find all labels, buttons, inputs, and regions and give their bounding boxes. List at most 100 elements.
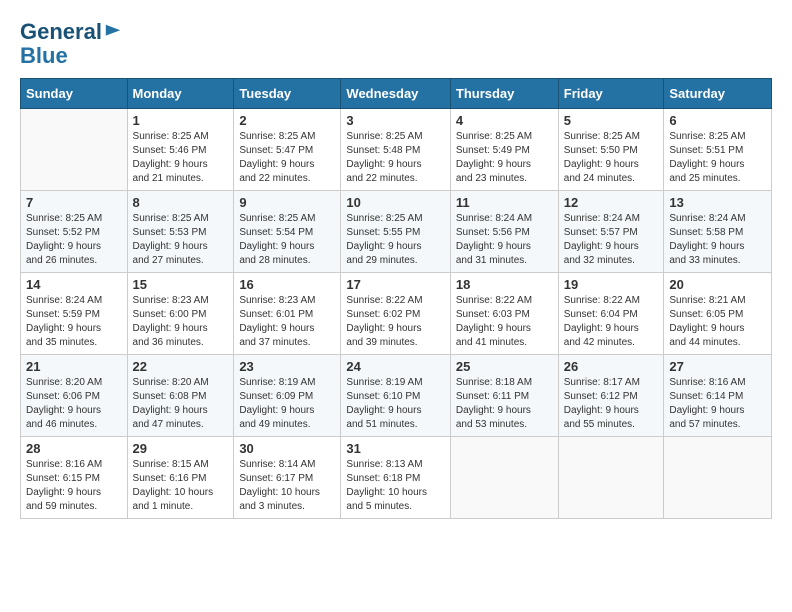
day-info: Sunrise: 8:15 AM Sunset: 6:16 PM Dayligh…: [133, 458, 229, 514]
calendar-cell: 16 Sunrise: 8:23 AM Sunset: 6:01 PM Dayli…: [234, 273, 341, 355]
logo-text-line1: General: [20, 20, 102, 44]
day-info: Sunrise: 8:24 AM Sunset: 5:57 PM Dayligh…: [564, 212, 659, 268]
day-info: Sunrise: 8:21 AM Sunset: 6:05 PM Dayligh…: [669, 294, 766, 350]
day-number: 11: [456, 195, 553, 210]
day-info: Sunrise: 8:22 AM Sunset: 6:04 PM Dayligh…: [564, 294, 659, 350]
day-number: 21: [26, 359, 122, 374]
day-number: 4: [456, 113, 553, 128]
calendar-cell: 22 Sunrise: 8:20 AM Sunset: 6:08 PM Dayli…: [127, 355, 234, 437]
day-info: Sunrise: 8:24 AM Sunset: 5:58 PM Dayligh…: [669, 212, 766, 268]
weekday-header-monday: Monday: [127, 79, 234, 109]
day-info: Sunrise: 8:25 AM Sunset: 5:53 PM Dayligh…: [133, 212, 229, 268]
day-number: 29: [133, 441, 229, 456]
day-number: 13: [669, 195, 766, 210]
day-number: 22: [133, 359, 229, 374]
day-info: Sunrise: 8:25 AM Sunset: 5:55 PM Dayligh…: [346, 212, 444, 268]
day-number: 20: [669, 277, 766, 292]
day-number: 23: [239, 359, 335, 374]
day-info: Sunrise: 8:20 AM Sunset: 6:06 PM Dayligh…: [26, 376, 122, 432]
calendar-cell: 27 Sunrise: 8:16 AM Sunset: 6:14 PM Dayli…: [664, 355, 772, 437]
calendar-cell: 26 Sunrise: 8:17 AM Sunset: 6:12 PM Dayli…: [558, 355, 664, 437]
calendar-cell: 2 Sunrise: 8:25 AM Sunset: 5:47 PM Daylig…: [234, 109, 341, 191]
logo-flag-icon: [104, 23, 122, 41]
calendar-week-row: 14Sunrise: 8:24 AM Sunset: 5:59 PM Dayli…: [21, 273, 772, 355]
calendar-cell: 12Sunrise: 8:24 AM Sunset: 5:57 PM Dayli…: [558, 191, 664, 273]
weekday-header-row: SundayMondayTuesdayWednesdayThursdayFrid…: [21, 79, 772, 109]
logo-text-line2: Blue: [20, 44, 122, 68]
day-info: Sunrise: 8:19 AM Sunset: 6:09 PM Dayligh…: [239, 376, 335, 432]
weekday-header-wednesday: Wednesday: [341, 79, 450, 109]
day-info: Sunrise: 8:25 AM Sunset: 5:49 PM Dayligh…: [456, 130, 553, 186]
day-info: Sunrise: 8:22 AM Sunset: 6:02 PM Dayligh…: [346, 294, 444, 350]
calendar-cell: 17 Sunrise: 8:22 AM Sunset: 6:02 PM Dayli…: [341, 273, 450, 355]
day-number: 26: [564, 359, 659, 374]
calendar-cell: 7Sunrise: 8:25 AM Sunset: 5:52 PM Daylig…: [21, 191, 128, 273]
calendar-table: SundayMondayTuesdayWednesdayThursdayFrid…: [20, 78, 772, 519]
day-info: Sunrise: 8:22 AM Sunset: 6:03 PM Dayligh…: [456, 294, 553, 350]
calendar-cell: 10 Sunrise: 8:25 AM Sunset: 5:55 PM Dayli…: [341, 191, 450, 273]
calendar-week-row: 7Sunrise: 8:25 AM Sunset: 5:52 PM Daylig…: [21, 191, 772, 273]
day-number: 6: [669, 113, 766, 128]
day-info: Sunrise: 8:20 AM Sunset: 6:08 PM Dayligh…: [133, 376, 229, 432]
day-number: 9: [239, 195, 335, 210]
calendar-cell: 20 Sunrise: 8:21 AM Sunset: 6:05 PM Dayli…: [664, 273, 772, 355]
day-info: Sunrise: 8:19 AM Sunset: 6:10 PM Dayligh…: [346, 376, 444, 432]
calendar-cell: 9Sunrise: 8:25 AM Sunset: 5:54 PM Daylig…: [234, 191, 341, 273]
calendar-cell: [558, 437, 664, 519]
day-number: 1: [133, 113, 229, 128]
day-number: 2: [239, 113, 335, 128]
day-number: 31: [346, 441, 444, 456]
day-info: Sunrise: 8:25 AM Sunset: 5:51 PM Dayligh…: [669, 130, 766, 186]
calendar-cell: 18 Sunrise: 8:22 AM Sunset: 6:03 PM Dayli…: [450, 273, 558, 355]
calendar-cell: 21 Sunrise: 8:20 AM Sunset: 6:06 PM Dayli…: [21, 355, 128, 437]
day-info: Sunrise: 8:25 AM Sunset: 5:50 PM Dayligh…: [564, 130, 659, 186]
calendar-cell: 29 Sunrise: 8:15 AM Sunset: 6:16 PM Dayli…: [127, 437, 234, 519]
calendar-cell: 19 Sunrise: 8:22 AM Sunset: 6:04 PM Dayli…: [558, 273, 664, 355]
calendar-cell: [664, 437, 772, 519]
calendar-cell: 6 Sunrise: 8:25 AM Sunset: 5:51 PM Daylig…: [664, 109, 772, 191]
weekday-header-tuesday: Tuesday: [234, 79, 341, 109]
calendar-cell: [21, 109, 128, 191]
weekday-header-saturday: Saturday: [664, 79, 772, 109]
day-number: 19: [564, 277, 659, 292]
calendar-cell: 24 Sunrise: 8:19 AM Sunset: 6:10 PM Dayli…: [341, 355, 450, 437]
day-info: Sunrise: 8:25 AM Sunset: 5:47 PM Dayligh…: [239, 130, 335, 186]
calendar-cell: 8 Sunrise: 8:25 AM Sunset: 5:53 PM Daylig…: [127, 191, 234, 273]
weekday-header-thursday: Thursday: [450, 79, 558, 109]
day-info: Sunrise: 8:24 AM Sunset: 5:56 PM Dayligh…: [456, 212, 553, 268]
calendar-cell: [450, 437, 558, 519]
calendar-cell: 5 Sunrise: 8:25 AM Sunset: 5:50 PM Daylig…: [558, 109, 664, 191]
logo: General Blue: [20, 20, 122, 68]
day-number: 24: [346, 359, 444, 374]
day-number: 14: [26, 277, 122, 292]
calendar-week-row: 28Sunrise: 8:16 AM Sunset: 6:15 PM Dayli…: [21, 437, 772, 519]
day-info: Sunrise: 8:25 AM Sunset: 5:46 PM Dayligh…: [133, 130, 229, 186]
day-info: Sunrise: 8:14 AM Sunset: 6:17 PM Dayligh…: [239, 458, 335, 514]
calendar-cell: 13 Sunrise: 8:24 AM Sunset: 5:58 PM Dayli…: [664, 191, 772, 273]
day-info: Sunrise: 8:23 AM Sunset: 6:01 PM Dayligh…: [239, 294, 335, 350]
day-number: 8: [133, 195, 229, 210]
day-number: 25: [456, 359, 553, 374]
day-number: 18: [456, 277, 553, 292]
day-number: 16: [239, 277, 335, 292]
day-number: 27: [669, 359, 766, 374]
day-number: 5: [564, 113, 659, 128]
day-info: Sunrise: 8:25 AM Sunset: 5:48 PM Dayligh…: [346, 130, 444, 186]
day-info: Sunrise: 8:16 AM Sunset: 6:14 PM Dayligh…: [669, 376, 766, 432]
day-info: Sunrise: 8:17 AM Sunset: 6:12 PM Dayligh…: [564, 376, 659, 432]
day-info: Sunrise: 8:16 AM Sunset: 6:15 PM Dayligh…: [26, 458, 122, 514]
page-header: General Blue: [20, 20, 772, 68]
day-number: 17: [346, 277, 444, 292]
weekday-header-sunday: Sunday: [21, 79, 128, 109]
calendar-cell: 14Sunrise: 8:24 AM Sunset: 5:59 PM Dayli…: [21, 273, 128, 355]
day-info: Sunrise: 8:25 AM Sunset: 5:52 PM Dayligh…: [26, 212, 122, 268]
calendar-cell: 1 Sunrise: 8:25 AM Sunset: 5:46 PM Daylig…: [127, 109, 234, 191]
weekday-header-friday: Friday: [558, 79, 664, 109]
calendar-week-row: 21 Sunrise: 8:20 AM Sunset: 6:06 PM Dayli…: [21, 355, 772, 437]
day-number: 3: [346, 113, 444, 128]
calendar-cell: 31 Sunrise: 8:13 AM Sunset: 6:18 PM Dayli…: [341, 437, 450, 519]
day-info: Sunrise: 8:23 AM Sunset: 6:00 PM Dayligh…: [133, 294, 229, 350]
calendar-cell: 3 Sunrise: 8:25 AM Sunset: 5:48 PM Daylig…: [341, 109, 450, 191]
day-info: Sunrise: 8:13 AM Sunset: 6:18 PM Dayligh…: [346, 458, 444, 514]
day-number: 10: [346, 195, 444, 210]
